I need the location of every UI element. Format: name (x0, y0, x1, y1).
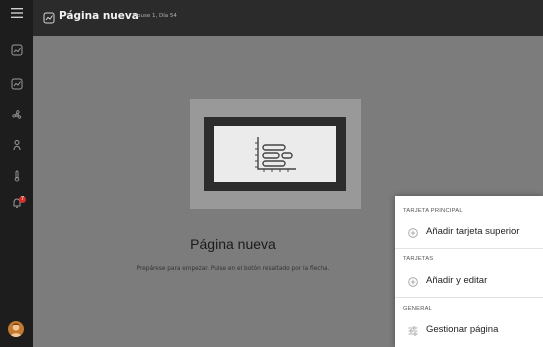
page-icon (11, 78, 22, 90)
sidebar: 7 (0, 0, 33, 347)
menu-section-title: GENERAL (403, 306, 433, 312)
empty-page-hint: Prepárese para empezar. Pulse en el botó… (136, 266, 330, 272)
illustration-frame (204, 117, 346, 191)
page-options-menu: TARJETA PRINCIPAL Añadir tarjeta superio… (395, 196, 543, 347)
sidebar-item-bird[interactable] (0, 134, 33, 156)
add-top-card-label: Añadir tarjeta superior (426, 226, 520, 237)
menu-button[interactable] (0, 0, 33, 26)
page-subtitle: House 1, Día 54 (133, 13, 177, 19)
empty-page-illustration (190, 99, 361, 209)
plus-circle-icon (408, 228, 418, 238)
sidebar-item-fan[interactable] (0, 104, 33, 126)
add-edit-cards-button[interactable]: Añadir y editar (395, 272, 543, 292)
avatar[interactable] (8, 321, 24, 337)
manage-page-button[interactable]: Gestionar página (395, 321, 543, 341)
menu-icon (10, 8, 23, 18)
page-title: Página nueva (59, 10, 139, 22)
empty-page-heading: Página nueva (190, 236, 276, 252)
fan-icon (11, 110, 21, 119)
dashboard-icon (11, 44, 22, 56)
add-edit-cards-label: Añadir y editar (426, 275, 488, 286)
menu-section-title: TARJETAS (403, 256, 434, 262)
sidebar-item-page[interactable] (0, 73, 33, 95)
sidebar-item-notifications[interactable]: 7 (0, 192, 33, 214)
thermometer-icon (14, 170, 19, 182)
page-header-icon (43, 12, 55, 24)
notification-badge: 7 (19, 196, 26, 203)
menu-divider (395, 297, 543, 298)
manage-page-label: Gestionar página (426, 324, 499, 335)
menu-section-title: TARJETA PRINCIPAL (403, 208, 463, 214)
sliders-icon (408, 326, 418, 336)
header-bar: Página nueva House 1, Día 54 (33, 0, 543, 36)
chart-list-icon (255, 137, 296, 172)
plus-circle-icon (408, 277, 418, 287)
bird-icon (13, 140, 20, 151)
sidebar-item-temperature[interactable] (0, 165, 33, 187)
sidebar-item-dashboard[interactable] (0, 39, 33, 61)
illustration-screen (214, 126, 336, 182)
menu-divider (395, 248, 543, 249)
user-avatar-icon (10, 323, 22, 337)
add-top-card-button[interactable]: Añadir tarjeta superior (395, 223, 543, 243)
